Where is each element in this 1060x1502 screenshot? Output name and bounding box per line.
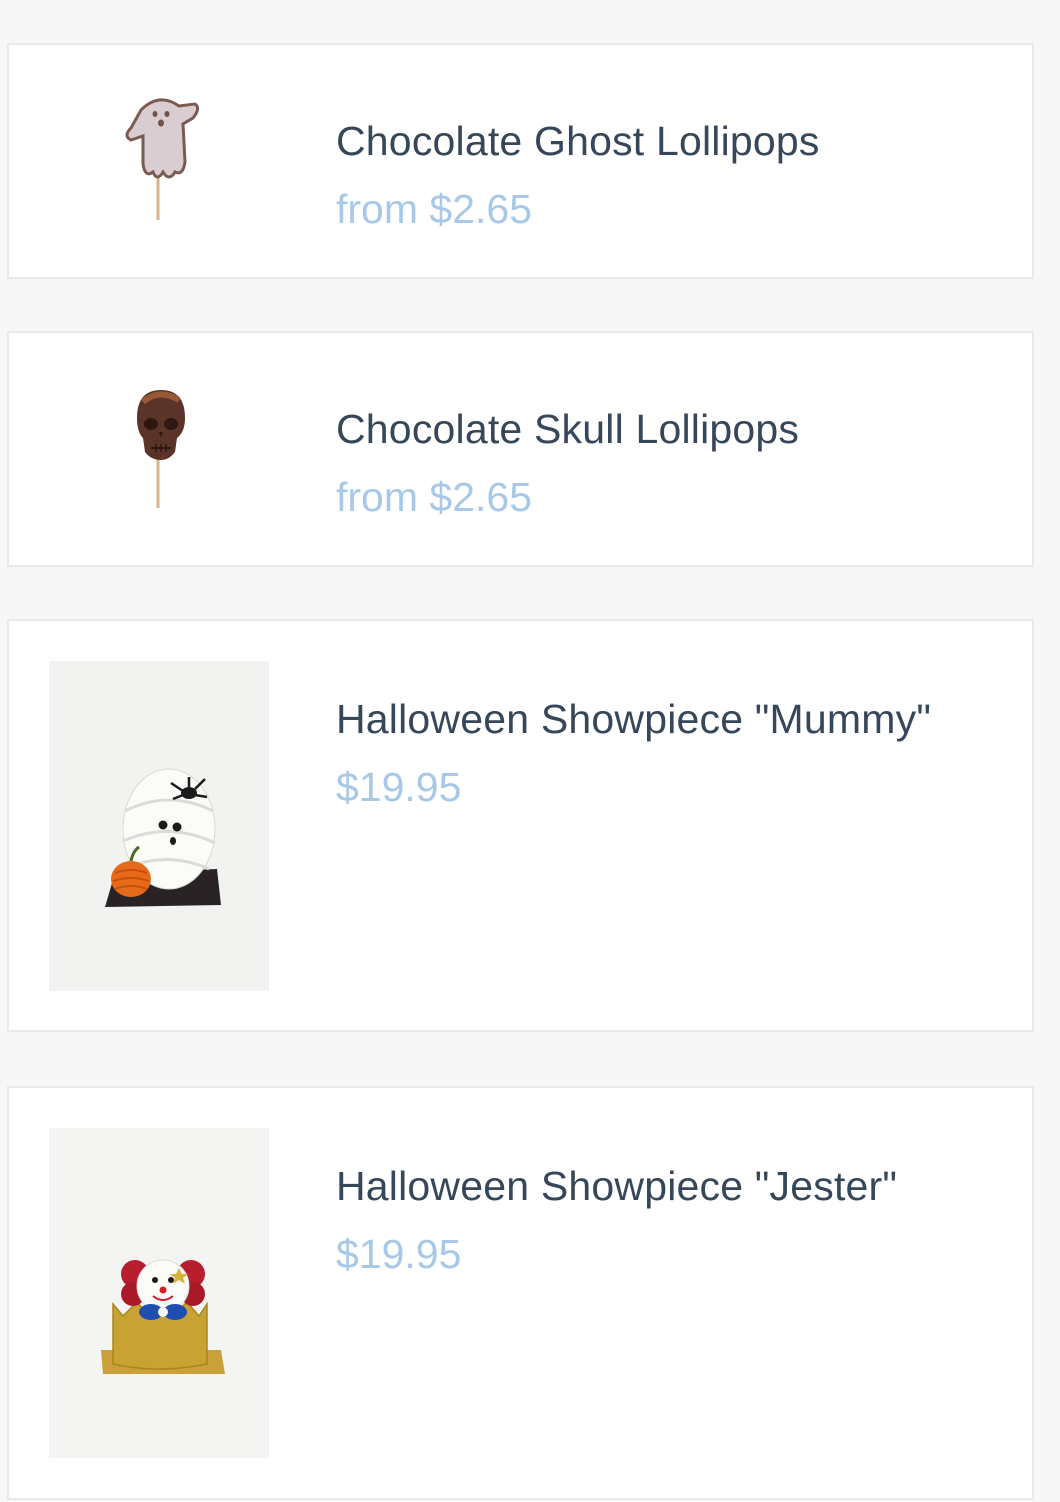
ghost-lollipop-icon [125,98,200,220]
product-price: $19.95 [336,764,462,810]
product-title[interactable]: Chocolate Skull Lollipops [336,401,1002,457]
product-image[interactable] [49,661,269,991]
product-price: from $2.65 [336,474,532,520]
product-title[interactable]: Halloween Showpiece "Mummy" [336,691,1002,747]
product-price: from $2.65 [336,186,532,232]
product-image[interactable] [49,1128,269,1458]
product-card[interactable]: Halloween Showpiece "Mummy" $19.95 [7,619,1034,1032]
product-card[interactable]: Chocolate Skull Lollipops from $2.65 [7,331,1034,567]
product-image[interactable] [49,373,269,527]
mummy-showpiece-icon [49,661,269,991]
product-price: $19.95 [336,1231,462,1277]
product-card[interactable]: Halloween Showpiece "Jester" $19.95 [7,1086,1034,1500]
product-title[interactable]: Chocolate Ghost Lollipops [336,113,1002,169]
product-title[interactable]: Halloween Showpiece "Jester" [336,1158,1002,1214]
product-card[interactable]: Chocolate Ghost Lollipops from $2.65 [7,43,1034,279]
jester-showpiece-icon [49,1128,269,1458]
product-image[interactable] [49,85,269,239]
skull-lollipop-icon [137,390,185,508]
product-list: Chocolate Ghost Lollipops from $2.65 Cho… [0,0,1060,1502]
